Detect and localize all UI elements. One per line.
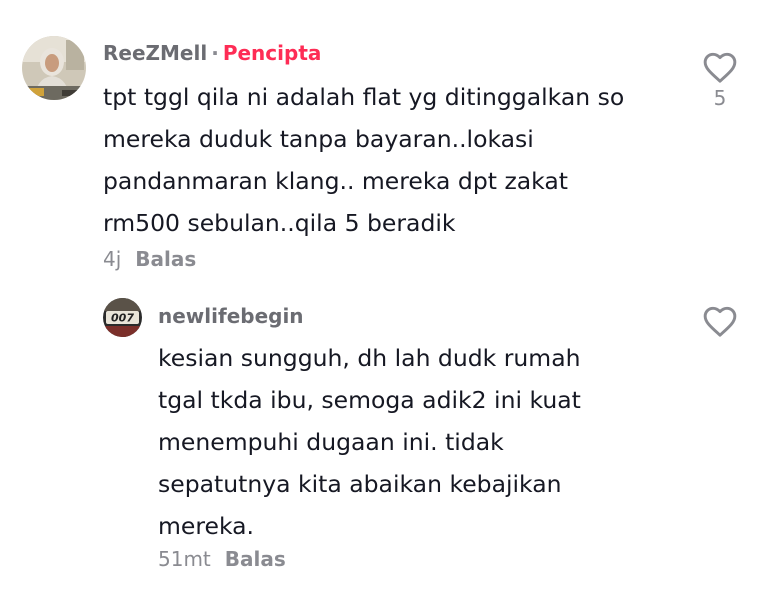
username[interactable]: newlifebegin bbox=[158, 304, 304, 328]
comment-text-line: sepatutnya kita abaikan kebajikan bbox=[158, 470, 562, 498]
comment-text-line: mereka duduk tanpa bayaran..lokasi bbox=[103, 125, 534, 153]
separator-dot: · bbox=[211, 41, 219, 65]
comment-text: kesian sungguh, dh lah dudk rumah tgal t… bbox=[158, 337, 581, 547]
like-button[interactable]: 5 bbox=[696, 50, 744, 110]
comment-meta: 4j Balas bbox=[103, 247, 196, 271]
user-avatar-image: 007 bbox=[103, 298, 142, 337]
like-button[interactable] bbox=[696, 304, 744, 338]
reply-button[interactable]: Balas bbox=[135, 247, 196, 271]
comment-text-line: tpt tggl qila ni adalah flat yg ditingga… bbox=[103, 83, 625, 111]
comment-text: tpt tggl qila ni adalah flat yg ditingga… bbox=[103, 76, 624, 244]
avatar[interactable] bbox=[22, 36, 86, 100]
comment-meta: 51mt Balas bbox=[158, 547, 286, 571]
reply-comment-item: 007 newlifebegin kesian sungguh, dh lah … bbox=[0, 280, 768, 592]
comment-text-line: rm500 sebulan..qila 5 beradik bbox=[103, 209, 456, 237]
comment-item: ReeZMell · Pencipta tpt tggl qila ni adala… bbox=[0, 0, 768, 280]
creator-badge: Pencipta bbox=[222, 41, 322, 65]
timestamp: 51mt bbox=[158, 547, 211, 571]
username[interactable]: ReeZMell bbox=[103, 41, 207, 65]
comment-text-line: menempuhi dugaan ini. tidak bbox=[158, 428, 504, 456]
username-row: newlifebegin bbox=[158, 304, 304, 328]
heart-outline-icon bbox=[703, 52, 737, 83]
comment-text-line: pandanmaran klang.. mereka dpt zakat bbox=[103, 167, 568, 195]
timestamp: 4j bbox=[103, 247, 122, 271]
like-count: 5 bbox=[713, 86, 727, 110]
heart-outline-icon bbox=[703, 306, 737, 337]
comment-text-line: mereka. bbox=[158, 512, 255, 540]
username-row: ReeZMell · Pencipta bbox=[103, 41, 321, 65]
comment-text-line: tgal tkda ibu, semoga adik2 ini kuat bbox=[158, 386, 581, 414]
user-avatar-image bbox=[22, 36, 86, 100]
comment-text-line: kesian sungguh, dh lah dudk rumah bbox=[158, 344, 581, 372]
avatar[interactable]: 007 bbox=[103, 298, 142, 337]
reply-button[interactable]: Balas bbox=[225, 547, 286, 571]
svg-text:007: 007 bbox=[111, 312, 134, 325]
